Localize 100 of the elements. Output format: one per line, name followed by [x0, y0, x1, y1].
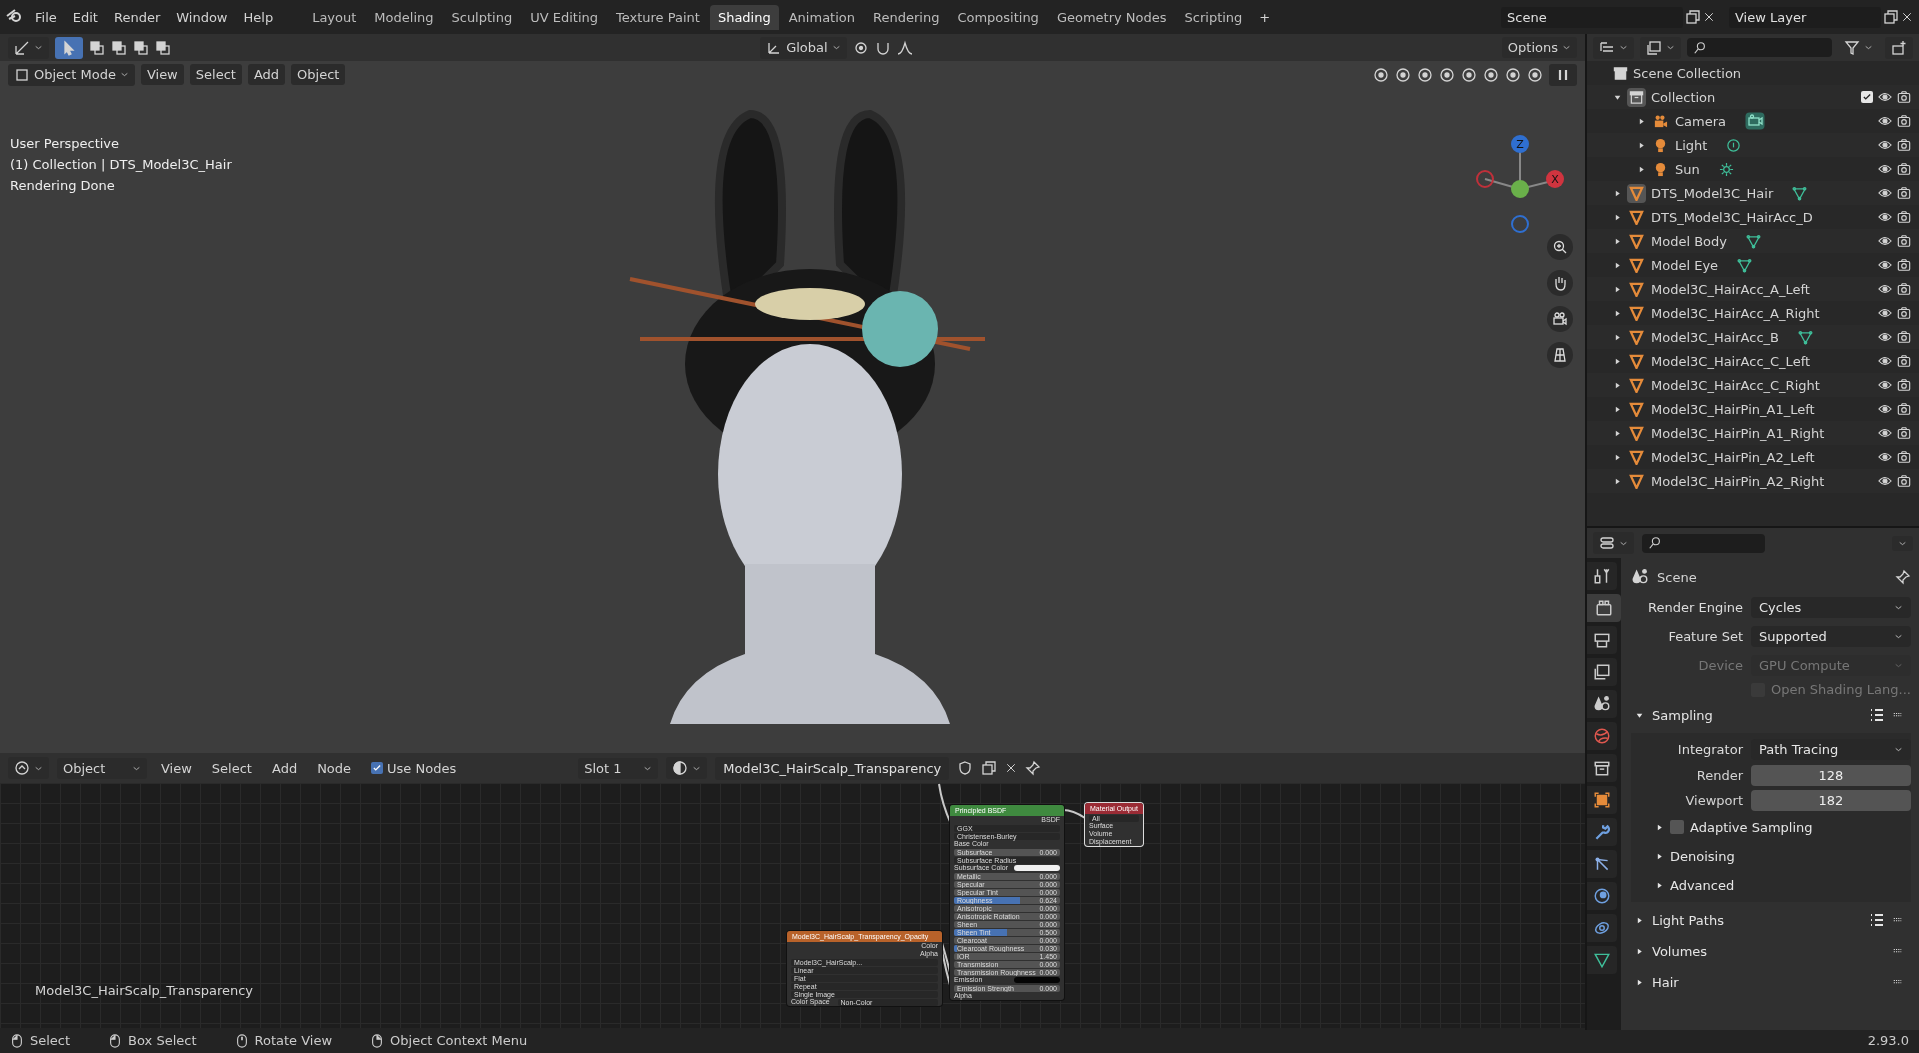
- render-toggle[interactable]: [1897, 426, 1911, 440]
- viewport-menu[interactable]: Add: [247, 64, 286, 85]
- dropdown[interactable]: Supported: [1751, 625, 1911, 647]
- outliner-item[interactable]: DTS_Model3C_Hair: [1651, 185, 1774, 201]
- select-tool-button[interactable]: [55, 36, 83, 59]
- mode-dropdown[interactable]: Object Mode: [8, 63, 135, 86]
- view-filter-button[interactable]: [1640, 36, 1681, 59]
- scene-selector[interactable]: Scene: [1501, 6, 1683, 28]
- properties-tab[interactable]: [1587, 594, 1621, 622]
- exclude-checkbox[interactable]: [1861, 91, 1873, 103]
- properties-tab[interactable]: [1587, 786, 1617, 814]
- render-toggle[interactable]: [1897, 186, 1911, 200]
- perspective-button[interactable]: [1547, 342, 1573, 368]
- workspace-tab[interactable]: Compositing: [949, 4, 1047, 30]
- expand-toggle[interactable]: [1613, 332, 1622, 342]
- selection-mode-icon[interactable]: [89, 39, 105, 56]
- visibility-toggle[interactable]: [1878, 426, 1892, 440]
- search-field[interactable]: [1687, 38, 1832, 57]
- outliner-item[interactable]: Light: [1675, 137, 1708, 153]
- viewport-menu[interactable]: Object: [291, 64, 346, 85]
- expand-toggle[interactable]: [1637, 164, 1646, 174]
- outliner-item[interactable]: Model3C_HairPin_A1_Left: [1651, 401, 1815, 417]
- expand-toggle[interactable]: [1613, 404, 1622, 414]
- workspace-tab[interactable]: Modeling: [366, 4, 442, 30]
- options-button[interactable]: Options: [1501, 37, 1577, 58]
- render-toggle[interactable]: [1897, 378, 1911, 392]
- render-toggle[interactable]: [1897, 474, 1911, 488]
- outliner-item[interactable]: Model3C_HairAcc_B: [1651, 329, 1779, 345]
- visibility-toggle[interactable]: [1878, 354, 1892, 368]
- menu-item[interactable]: Help: [236, 6, 281, 28]
- workspace-tab[interactable]: Geometry Nodes: [1048, 4, 1175, 30]
- render-toggle[interactable]: [1897, 450, 1911, 464]
- expand-toggle[interactable]: [1613, 380, 1622, 390]
- node-menu[interactable]: Add: [265, 757, 304, 779]
- visibility-toggle[interactable]: [1878, 378, 1892, 392]
- node-menu[interactable]: Node: [311, 757, 358, 779]
- expand-toggle[interactable]: [1613, 236, 1622, 246]
- expand-toggle[interactable]: [1613, 260, 1622, 270]
- node-menu[interactable]: View: [155, 757, 198, 779]
- workspace-tab[interactable]: Sculpting: [443, 4, 521, 30]
- visibility-toggle[interactable]: [1878, 306, 1892, 320]
- properties-tab[interactable]: [1587, 658, 1617, 686]
- visibility-toggle[interactable]: [1878, 162, 1892, 176]
- search-field[interactable]: [1642, 533, 1765, 553]
- workspace-tab[interactable]: Scripting: [1176, 4, 1251, 30]
- menu-item[interactable]: Edit: [65, 6, 105, 28]
- subpanel-header[interactable]: Denoising: [1631, 843, 1911, 869]
- render-toggle[interactable]: [1897, 354, 1911, 368]
- render-toggle[interactable]: [1897, 162, 1911, 176]
- menu-item[interactable]: Window: [169, 6, 235, 28]
- render-toggle[interactable]: [1897, 114, 1911, 128]
- new-collection-button[interactable]: [1885, 36, 1913, 59]
- selection-mode-icon[interactable]: [155, 39, 171, 56]
- render-toggle[interactable]: [1897, 210, 1911, 224]
- visibility-toggle[interactable]: [1878, 234, 1892, 248]
- editor-type-button[interactable]: [1593, 532, 1634, 554]
- expand-toggle[interactable]: [1613, 212, 1622, 222]
- menu-item[interactable]: Render: [106, 6, 168, 28]
- outliner-item[interactable]: DTS_Model3C_HairAcc_D: [1651, 209, 1813, 225]
- expand-toggle[interactable]: [1613, 452, 1622, 462]
- properties-tab[interactable]: [1587, 818, 1617, 846]
- properties-tab[interactable]: [1587, 914, 1617, 942]
- properties-tab[interactable]: [1587, 722, 1617, 750]
- number-field[interactable]: 128: [1751, 764, 1911, 786]
- slot-dropdown[interactable]: Slot 1: [578, 757, 659, 779]
- outliner-item[interactable]: Model3C_HairAcc_A_Right: [1651, 305, 1820, 321]
- pause-button[interactable]: [1549, 63, 1577, 86]
- number-field[interactable]: 182: [1751, 789, 1911, 811]
- outliner-item[interactable]: Model3C_HairPin_A1_Right: [1651, 425, 1825, 441]
- outliner-item[interactable]: Model Eye: [1651, 257, 1719, 273]
- outliner-item[interactable]: Model3C_HairAcc_C_Right: [1651, 377, 1820, 393]
- properties-tab[interactable]: [1587, 882, 1617, 910]
- object-type-dropdown[interactable]: Object: [57, 757, 147, 779]
- workspace-tab[interactable]: UV Editing: [522, 4, 606, 30]
- properties-tab[interactable]: [1587, 946, 1617, 974]
- visibility-toggle[interactable]: [1878, 138, 1892, 152]
- outliner-item[interactable]: Collection: [1651, 89, 1716, 105]
- visibility-toggle[interactable]: [1878, 450, 1892, 464]
- properties-tab[interactable]: [1587, 690, 1617, 718]
- view-layer-selector[interactable]: View Layer: [1729, 6, 1881, 28]
- subpanel-header[interactable]: Advanced: [1631, 872, 1911, 898]
- render-toggle[interactable]: [1897, 258, 1911, 272]
- dropdown[interactable]: Path Tracing: [1751, 738, 1911, 760]
- render-toggle[interactable]: [1897, 234, 1911, 248]
- camera-view-button[interactable]: [1547, 306, 1573, 332]
- render-toggle[interactable]: [1897, 306, 1911, 320]
- expand-toggle[interactable]: [1613, 476, 1622, 486]
- expand-toggle[interactable]: [1613, 284, 1622, 294]
- use-nodes-checkbox[interactable]: Use Nodes: [365, 757, 463, 779]
- expand-toggle[interactable]: [1637, 116, 1646, 126]
- render-toggle[interactable]: [1897, 90, 1911, 104]
- selection-mode-icon[interactable]: [111, 39, 127, 56]
- add-workspace-button[interactable]: +: [1252, 6, 1278, 28]
- outliner-item[interactable]: Model3C_HairPin_A2_Left: [1651, 449, 1815, 465]
- editor-type-button[interactable]: [8, 36, 49, 59]
- outliner-item[interactable]: Model3C_HairAcc_C_Left: [1651, 353, 1811, 369]
- viewport-menu[interactable]: View: [140, 64, 184, 85]
- render-toggle[interactable]: [1897, 402, 1911, 416]
- outliner-item[interactable]: Camera: [1675, 113, 1727, 129]
- principled-node[interactable]: [950, 805, 1064, 1000]
